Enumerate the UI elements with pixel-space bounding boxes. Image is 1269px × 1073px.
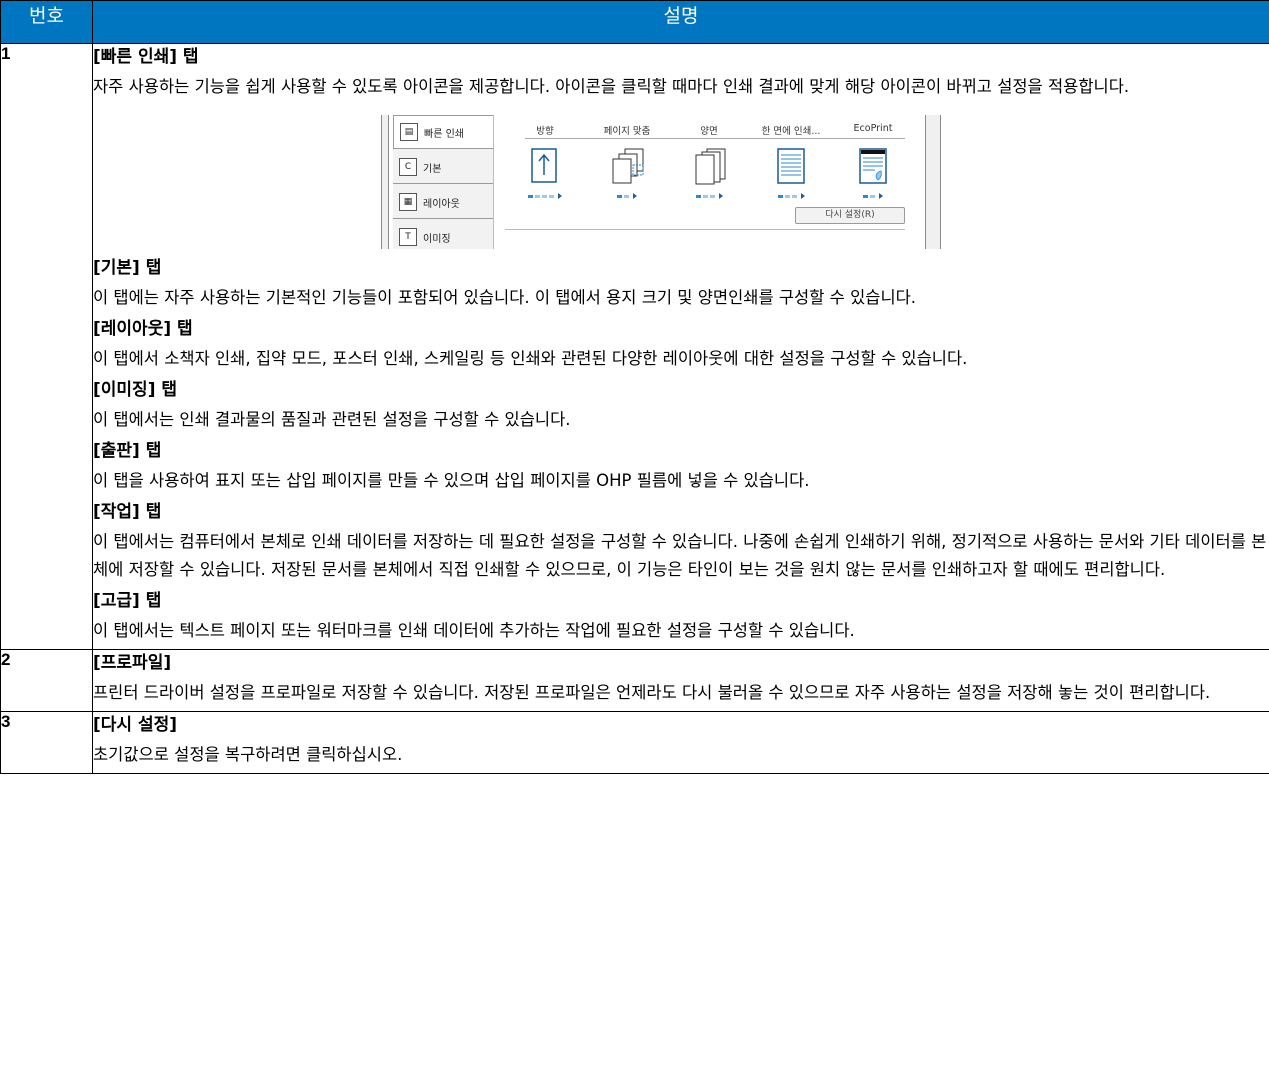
table-row: 2 [프로파일] 프린터 드라이버 설정을 프로파일로 저장할 수 있습니다. … — [0, 649, 1269, 712]
duplex-icon — [693, 147, 726, 185]
screenshot-bottom-divider — [505, 229, 905, 230]
section-text: 이 탭에서는 컴퓨터에서 본체로 인쇄 데이터를 저장하는 데 필요한 설정을 … — [93, 532, 1267, 579]
screenshot-tab-label: 이미징 — [423, 233, 451, 245]
option-indicator — [587, 193, 667, 199]
table-row: 1 [빠른 인쇄] 탭 자주 사용하는 기능을 쉽게 사용할 수 있도록 아이콘… — [0, 43, 1269, 650]
section-title: [출판] 탭 — [93, 441, 162, 461]
screenshot-tab-imaging: T 이미징 — [393, 221, 493, 249]
section-text: 이 탭에서 소책자 인쇄, 집약 모드, 포스터 인쇄, 스케일링 등 인쇄와 … — [93, 349, 968, 368]
screenshot-column-page-fit: 페이지 맞춤 — [587, 123, 667, 199]
page-fit-icon — [611, 147, 644, 185]
row-number: 1 — [0, 43, 93, 650]
screenshot-tab-layout: ▦ 레이아웃 — [393, 186, 493, 219]
header-description: 설명 — [92, 0, 1269, 44]
column-label: EcoPrint — [853, 123, 893, 134]
imaging-icon: T — [399, 228, 417, 246]
table-header-row: 번호 설명 — [0, 0, 1269, 44]
section-text: 이 탭을 사용하여 표지 또는 삽입 페이지를 만들 수 있으며 삽입 페이지를… — [93, 471, 810, 490]
row-description: [빠른 인쇄] 탭 자주 사용하는 기능을 쉽게 사용할 수 있도록 아이콘을 … — [92, 43, 1269, 650]
screenshot-tab-label: 기본 — [423, 163, 442, 175]
section-text: 자주 사용하는 기능을 쉽게 사용할 수 있도록 아이콘을 제공합니다. 아이콘… — [93, 77, 1130, 96]
section-text: 이 탭에서는 텍스트 페이지 또는 워터마크를 인쇄 데이터에 추가하는 작업에… — [93, 621, 855, 640]
quick-print-icon: ▤ — [400, 123, 418, 141]
option-indicator — [833, 193, 913, 199]
screenshot-left-frame — [381, 115, 389, 249]
section-title: [프로파일] — [93, 653, 172, 673]
screenshot-content: 방향 페이지 맞춤 양면 한 면에 인쇄... EcoPrint 다시 설정(R… — [505, 115, 915, 249]
basic-icon: C — [399, 158, 417, 176]
header-number: 번호 — [0, 0, 93, 44]
column-label: 방향 — [536, 126, 554, 137]
row-description: [프로파일] 프린터 드라이버 설정을 프로파일로 저장할 수 있습니다. 저장… — [92, 649, 1269, 712]
section-title: [다시 설정] — [93, 715, 178, 735]
screenshot-column-duplex: 양면 — [669, 123, 749, 199]
row-number: 2 — [0, 649, 93, 712]
driver-screenshot: ▤ 빠른 인쇄 C 기본 ▦ 레이아웃 T 이미징 방향 페이지 맞춤 양면 한… — [381, 115, 941, 249]
row-description: [다시 설정] 초기값으로 설정을 복구하려면 클릭하십시오. — [92, 711, 1269, 774]
column-label: 양면 — [700, 126, 718, 137]
description-table: 번호 설명 1 [빠른 인쇄] 탭 자주 사용하는 기능을 쉽게 사용할 수 있… — [0, 0, 1269, 774]
section-title: [빠른 인쇄] 탭 — [93, 47, 199, 67]
screenshot-column-multi-up: 한 면에 인쇄... — [751, 123, 831, 199]
section-title: [레이아웃] 탭 — [93, 319, 193, 339]
column-label: 한 면에 인쇄... — [761, 126, 821, 137]
section-title: [작업] 탭 — [93, 502, 162, 522]
screenshot-column-ecoprint: EcoPrint — [833, 123, 913, 199]
screenshot-tab-quick-print: ▤ 빠른 인쇄 — [393, 115, 493, 149]
screenshot-tab-label: 레이아웃 — [423, 198, 460, 210]
table-row: 3 [다시 설정] 초기값으로 설정을 복구하려면 클릭하십시오. — [0, 711, 1269, 774]
row-number: 3 — [0, 711, 93, 774]
section-title: [이미징] 탭 — [93, 380, 178, 400]
section-title: [고급] 탭 — [93, 591, 162, 611]
option-indicator — [669, 193, 749, 199]
screenshot-sidebar: ▤ 빠른 인쇄 C 기본 ▦ 레이아웃 T 이미징 — [393, 115, 494, 249]
screenshot-right-frame — [925, 115, 941, 249]
layout-icon: ▦ — [399, 193, 417, 211]
section-text: 이 탭에서는 인쇄 결과물의 품질과 관련된 설정을 구성할 수 있습니다. — [93, 410, 571, 429]
screenshot-reset-button: 다시 설정(R) — [795, 207, 905, 224]
option-indicator — [751, 193, 831, 199]
ecoprint-icon — [857, 147, 889, 185]
screenshot-tab-label: 빠른 인쇄 — [424, 128, 464, 140]
option-indicator — [505, 193, 585, 199]
column-label: 페이지 맞춤 — [603, 126, 651, 137]
screenshot-tab-basic: C 기본 — [393, 151, 493, 184]
section-title: [기본] 탭 — [93, 258, 162, 278]
section-text: 초기값으로 설정을 복구하려면 클릭하십시오. — [93, 745, 403, 764]
section-text: 이 탭에는 자주 사용하는 기본적인 기능들이 포함되어 있습니다. 이 탭에서… — [93, 288, 917, 307]
screenshot-column-orientation: 방향 — [505, 123, 585, 199]
section-text: 프린터 드라이버 설정을 프로파일로 저장할 수 있습니다. 저장된 프로파일은… — [93, 683, 1211, 702]
orientation-icon — [529, 147, 561, 185]
multi-up-icon — [775, 147, 807, 185]
